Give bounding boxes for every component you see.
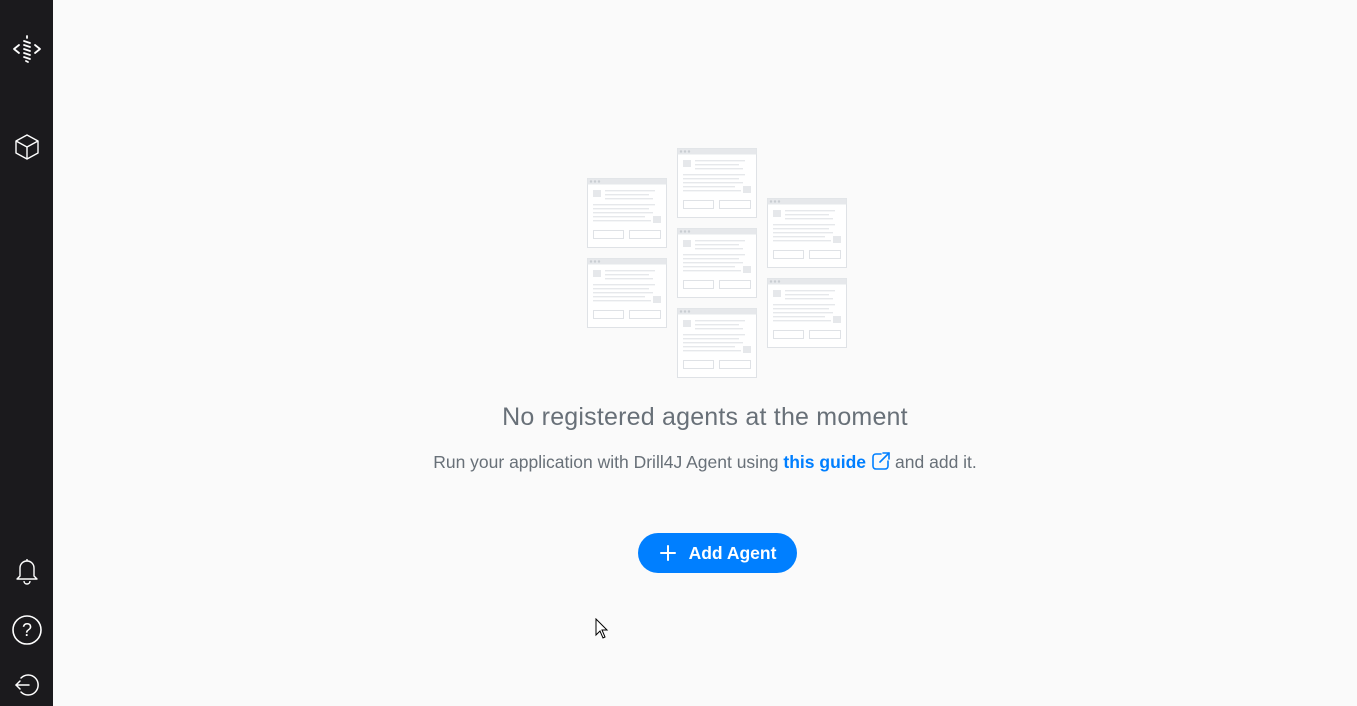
main-content: No registered agents at the moment Run y… bbox=[53, 0, 1357, 706]
illustration-card bbox=[767, 198, 847, 268]
guide-link-label: this guide bbox=[783, 452, 867, 472]
sidebar: ? bbox=[0, 0, 53, 706]
external-link-icon bbox=[872, 452, 890, 470]
subtitle-prefix: Run your application with Drill4J Agent … bbox=[433, 452, 779, 472]
mouse-cursor-icon bbox=[595, 618, 609, 639]
add-agent-button[interactable]: Add Agent bbox=[638, 533, 797, 573]
help-circle-icon: ? bbox=[11, 615, 42, 645]
svg-text:?: ? bbox=[21, 620, 31, 640]
illustration-card bbox=[587, 178, 667, 248]
plus-icon bbox=[659, 544, 677, 562]
empty-state-title: No registered agents at the moment bbox=[502, 403, 908, 431]
agents-cube-icon bbox=[14, 134, 39, 160]
logout-button[interactable] bbox=[0, 665, 53, 705]
help-button[interactable]: ? bbox=[0, 610, 53, 650]
drill4j-logo-icon bbox=[12, 35, 41, 63]
illustration-card bbox=[587, 258, 667, 328]
illustration-card bbox=[677, 308, 757, 378]
bell-icon bbox=[15, 559, 38, 585]
sidebar-item-agents[interactable] bbox=[0, 127, 53, 167]
subtitle-suffix: and add it. bbox=[895, 452, 977, 472]
logout-icon bbox=[14, 674, 39, 696]
illustration-card bbox=[677, 148, 757, 218]
illustration-card bbox=[767, 278, 847, 348]
notifications-button[interactable] bbox=[0, 551, 53, 591]
guide-link[interactable]: this guide bbox=[783, 452, 895, 472]
empty-agents-illustration bbox=[587, 148, 847, 378]
illustration-card bbox=[677, 228, 757, 298]
add-agent-label: Add Agent bbox=[688, 542, 777, 563]
empty-state-subtitle: Run your application with Drill4J Agent … bbox=[53, 450, 1357, 473]
logo-button[interactable] bbox=[0, 29, 53, 69]
